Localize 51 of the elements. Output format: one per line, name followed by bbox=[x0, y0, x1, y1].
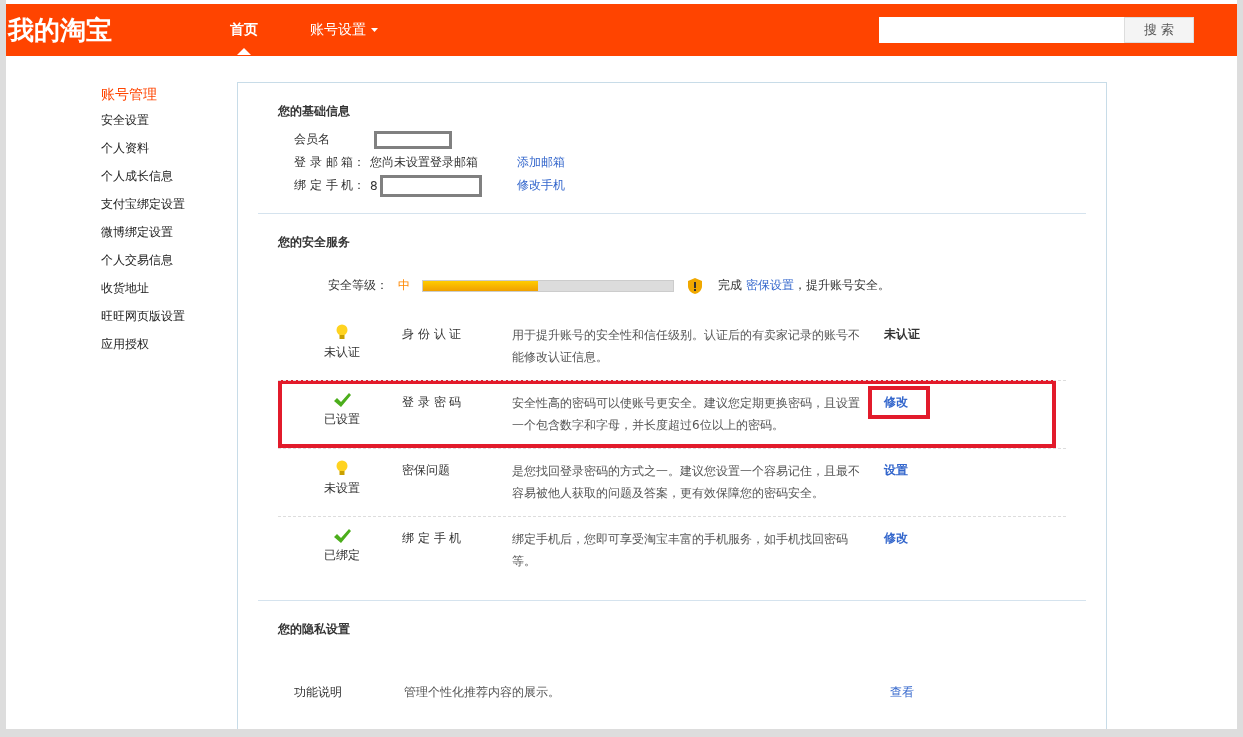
action-link[interactable]: 修改 bbox=[884, 395, 908, 409]
service-name: 密保问题 bbox=[402, 462, 451, 479]
service-name: 绑 定 手 机 bbox=[402, 530, 463, 547]
action-link[interactable]: 查看 bbox=[890, 684, 914, 701]
status-text: 未设置 bbox=[324, 480, 360, 497]
sidebar-item[interactable]: 应用授权 bbox=[101, 336, 231, 364]
section-title: 您的基础信息 bbox=[278, 103, 351, 120]
status-text: 未认证 bbox=[324, 344, 360, 361]
link[interactable]: 添加邮箱 bbox=[517, 154, 565, 171]
service-description: 是您找回登录密码的方式之一。建议您设置一个容易记住，且最不容易被他人获取的问题及答案，更有效保障您的密码安全。 bbox=[512, 463, 861, 502]
sidebar-item[interactable]: 支付宝绑定设置 bbox=[101, 196, 231, 224]
setting-description: 管理个性化推荐内容的展示。 bbox=[404, 684, 561, 701]
service-description: 用于提升账号的安全性和信任级别。认证后的有卖家记录的账号不能修改认证信息。 bbox=[512, 327, 861, 366]
sidebar-item[interactable]: 微博绑定设置 bbox=[101, 224, 231, 252]
lightbulb-icon bbox=[336, 324, 348, 341]
warning-shield-icon bbox=[688, 277, 702, 294]
search-field[interactable] bbox=[879, 17, 1124, 43]
sidebar-item[interactable]: 个人资料 bbox=[101, 140, 231, 168]
status-text: 已绑定 bbox=[324, 547, 360, 564]
sidebar-title: 账号管理 bbox=[101, 86, 158, 104]
sidebar-item[interactable]: 旺旺网页版设置 bbox=[101, 308, 231, 336]
level-text: 中 bbox=[398, 277, 411, 294]
sidebar-item[interactable]: 个人成长信息 bbox=[101, 168, 231, 196]
link[interactable]: 密保设置 bbox=[745, 278, 794, 292]
link[interactable]: 修改手机 bbox=[517, 177, 565, 194]
sidebar-item[interactable]: 收货地址 bbox=[101, 280, 231, 308]
field-value: 您尚未设置登录邮箱 bbox=[370, 154, 478, 171]
section-title: 您的隐私设置 bbox=[278, 621, 351, 638]
service-name: 登 录 密 码 bbox=[402, 394, 463, 411]
search-button[interactable]: 搜 索 bbox=[1124, 17, 1194, 43]
selection-pointer bbox=[237, 48, 251, 55]
checkmark-icon bbox=[333, 392, 351, 408]
sidebar-item[interactable]: 个人交易信息 bbox=[101, 252, 231, 280]
service-description: 绑定手机后，您即可享受淘宝丰富的手机服务，如手机找回密码等。 bbox=[512, 531, 849, 570]
field-value: 8 bbox=[370, 178, 378, 193]
field-label: 会员名 bbox=[294, 131, 331, 148]
sidebar-item[interactable]: 安全设置 bbox=[101, 112, 231, 140]
section-title: 您的安全服务 bbox=[278, 234, 351, 251]
action-link[interactable]: 设置 bbox=[884, 463, 908, 477]
checkmark-icon bbox=[333, 528, 351, 544]
status-text: 已设置 bbox=[324, 411, 360, 428]
action-link[interactable]: 修改 bbox=[884, 531, 908, 545]
service-name: 身 份 认 证 bbox=[402, 326, 463, 343]
action-status: 未认证 bbox=[884, 327, 920, 341]
hint-text: 完成 密保设置，提升账号安全。 bbox=[718, 277, 890, 294]
setting-name: 功能说明 bbox=[294, 684, 343, 701]
lightbulb-icon bbox=[336, 460, 348, 477]
field-label: 绑 定 手 机： bbox=[294, 177, 367, 194]
service-description: 安全性高的密码可以使账号更安全。建议您定期更换密码，且设置一个包含数字和字母，并长度超过6位以上的密码。 bbox=[512, 395, 861, 434]
field-label: 登 录 邮 箱： bbox=[294, 154, 367, 171]
level-label: 安全等级： bbox=[328, 277, 389, 294]
